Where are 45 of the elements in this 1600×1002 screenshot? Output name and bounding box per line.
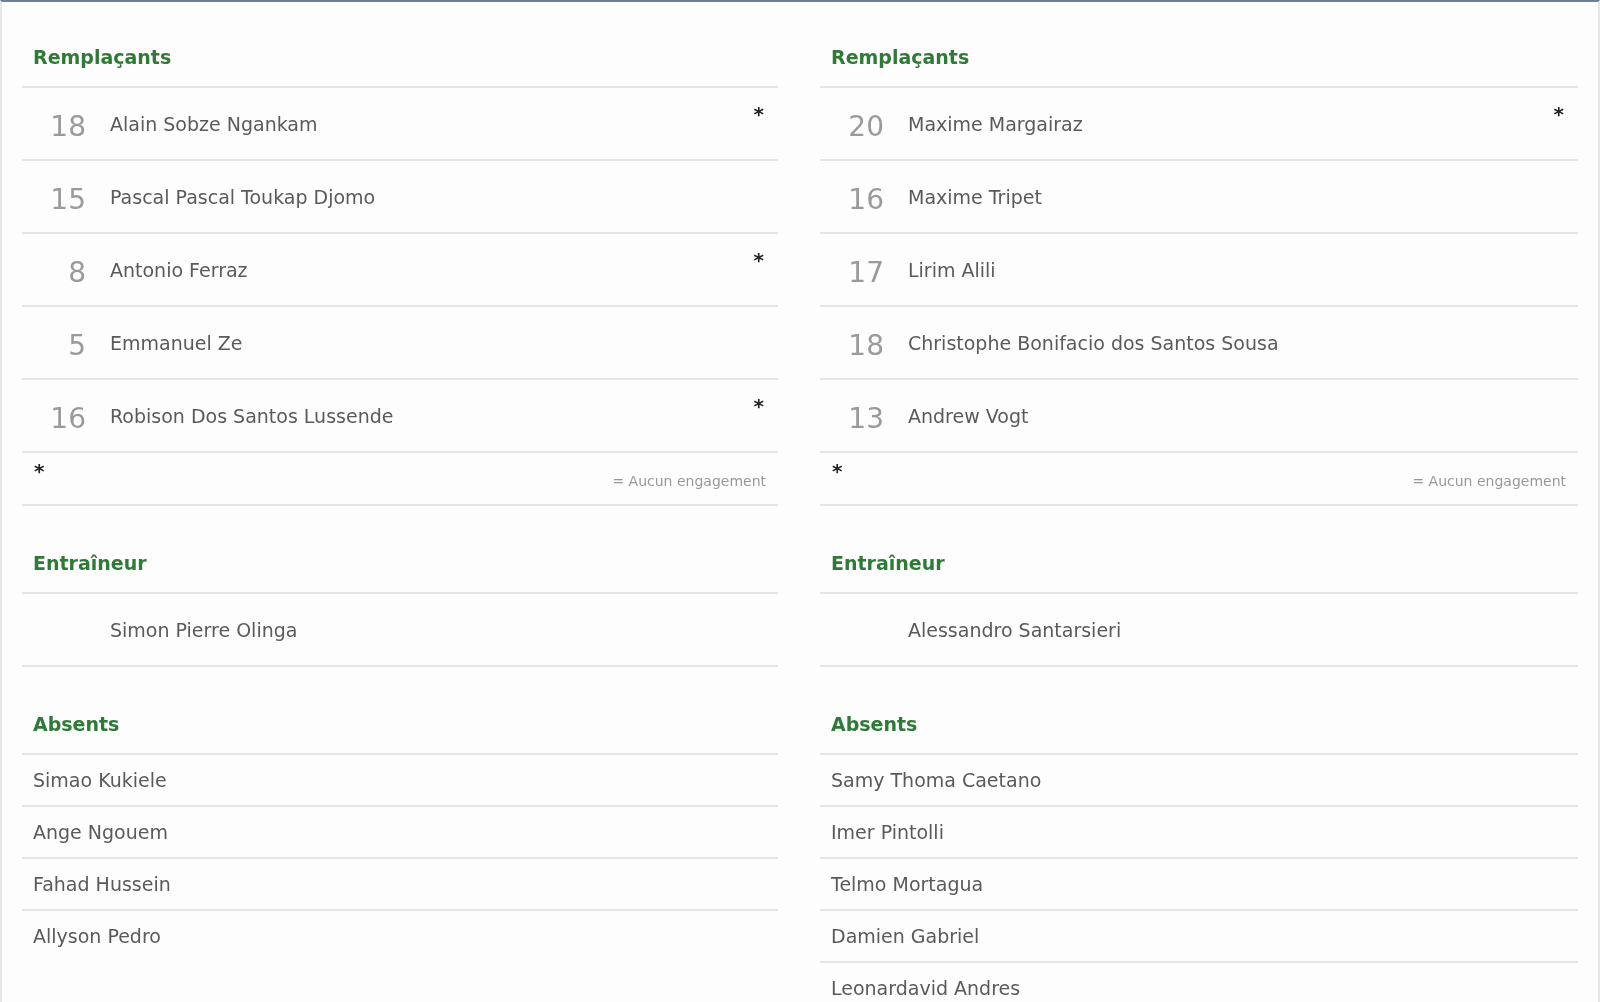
shirt-number: 18 — [847, 328, 884, 362]
shirt-number: 17 — [847, 255, 884, 289]
coach-name: Alessandro Santarsieri — [908, 618, 1122, 641]
coach-name: Simon Pierre Olinga — [110, 618, 298, 641]
shirt-number: 18 — [49, 109, 86, 143]
player-name: Imer Pintolli — [831, 821, 944, 843]
player-name: Fahad Hussein — [33, 873, 171, 895]
footnote-mark: * — [753, 102, 764, 126]
shirt-number: 16 — [847, 182, 884, 216]
shirt-number: 8 — [67, 255, 86, 289]
player-name: Emmanuel Ze — [110, 331, 243, 354]
shirt-number: 15 — [49, 182, 86, 216]
player-name: Pascal Pascal Toukap Djomo — [110, 185, 376, 208]
player-name: Maxime Margairaz — [908, 112, 1083, 135]
player-name: Andrew Vogt — [908, 404, 1029, 427]
player-name: Ange Ngouem — [33, 821, 168, 843]
shirt-number: 5 — [67, 328, 86, 362]
section-heading: Remplaçants — [22, 2, 778, 88]
player-name: Samy Thoma Caetano — [831, 769, 1042, 791]
player-name: Alain Sobze Ngankam — [110, 112, 318, 135]
shirt-number: 20 — [847, 109, 884, 143]
player-name: Allyson Pedro — [33, 925, 161, 947]
section-heading: Remplaçants — [820, 2, 1578, 88]
player-name: Maxime Tripet — [908, 185, 1042, 208]
player-name: Lirim Alili — [908, 258, 996, 281]
footnote-mark: * — [832, 458, 843, 485]
player-name: Telmo Mortagua — [831, 873, 984, 895]
section-heading: Absents — [22, 667, 778, 755]
legend-text: = Aucun engagement — [1412, 472, 1566, 491]
footnote-mark: * — [753, 394, 764, 418]
player-name: Simao Kukiele — [33, 769, 167, 791]
legend-text: = Aucun engagement — [612, 472, 766, 491]
section-heading: Absents — [820, 667, 1578, 755]
section-heading: Entraîneur — [22, 506, 778, 594]
shirt-number: 16 — [49, 401, 86, 435]
player-name: Leonardavid Andres — [831, 977, 1021, 999]
player-name: Antonio Ferraz — [110, 258, 248, 281]
player-name: Robison Dos Santos Lussende — [110, 404, 394, 427]
section-heading: Entraîneur — [820, 506, 1578, 594]
shirt-number: 13 — [847, 401, 884, 435]
footnote-mark: * — [34, 458, 45, 485]
footnote-mark: * — [753, 248, 764, 272]
player-name: Christophe Bonifacio dos Santos Sousa — [908, 331, 1279, 354]
footnote-mark: * — [1553, 102, 1564, 126]
player-name: Damien Gabriel — [831, 925, 980, 947]
